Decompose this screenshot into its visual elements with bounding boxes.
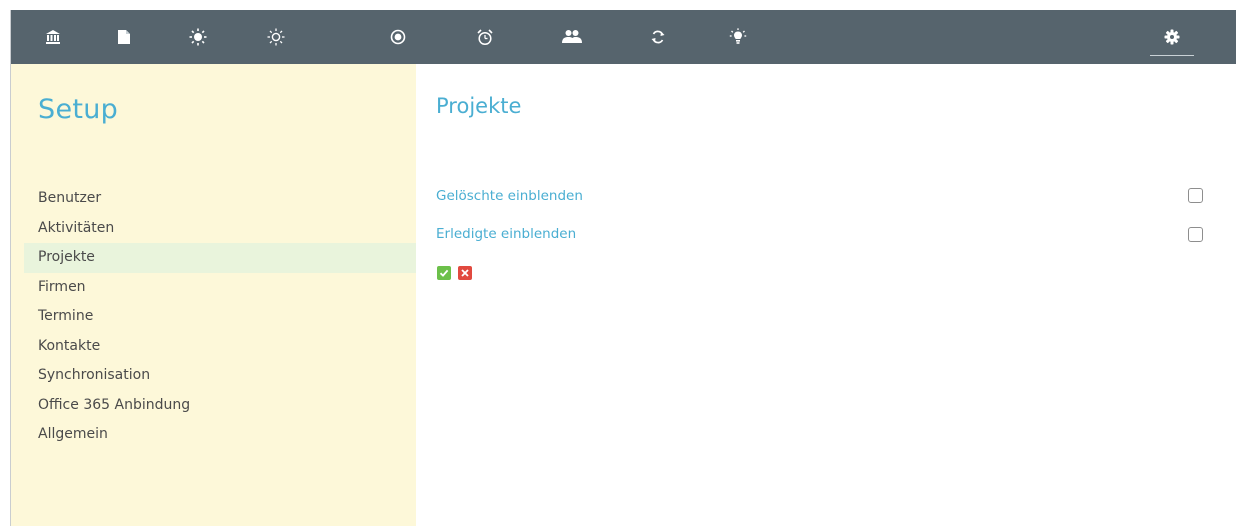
lightbulb-icon[interactable]	[718, 10, 758, 64]
top-toolbar	[11, 10, 1236, 64]
sun-outline-icon[interactable]	[256, 10, 296, 64]
sync-icon[interactable]	[638, 10, 678, 64]
users-icon[interactable]	[552, 10, 592, 64]
app-window: Setup Benutzer Aktivitäten Projekte Firm…	[10, 10, 1236, 526]
alarm-clock-icon[interactable]	[465, 10, 505, 64]
sidebar-item-aktivitaeten[interactable]: Aktivitäten	[24, 214, 416, 244]
settings-content: Projekte Gelöschte einblenden Erledigte …	[416, 64, 1236, 526]
sidebar-item-projekte[interactable]: Projekte	[24, 243, 416, 273]
sidebar-item-firmen[interactable]: Firmen	[24, 273, 416, 303]
document-icon[interactable]	[104, 10, 144, 64]
gear-icon[interactable]	[1150, 10, 1194, 64]
cancel-button[interactable]	[458, 266, 472, 280]
sidebar-title: Setup	[38, 94, 119, 125]
option-label-completed: Erledigte einblenden	[436, 226, 577, 242]
page-title: Projekte	[436, 94, 522, 118]
close-icon	[461, 269, 469, 277]
sidebar-item-benutzer[interactable]: Benutzer	[24, 184, 416, 214]
settings-sidebar: Setup Benutzer Aktivitäten Projekte Firm…	[11, 64, 416, 526]
show-deleted-checkbox[interactable]	[1188, 188, 1203, 203]
target-icon[interactable]	[378, 10, 418, 64]
sidebar-item-kontakte[interactable]: Kontakte	[24, 332, 416, 362]
settings-menu: Benutzer Aktivitäten Projekte Firmen Ter…	[24, 184, 416, 450]
check-icon	[439, 269, 449, 277]
option-label-deleted: Gelöschte einblenden	[436, 188, 583, 204]
show-completed-checkbox[interactable]	[1188, 227, 1203, 242]
confirm-button[interactable]	[437, 266, 451, 280]
sun-icon[interactable]	[178, 10, 218, 64]
sidebar-item-office-365[interactable]: Office 365 Anbindung	[24, 391, 416, 421]
sidebar-item-synchronisation[interactable]: Synchronisation	[24, 361, 416, 391]
sidebar-item-allgemein[interactable]: Allgemein	[24, 420, 416, 450]
sidebar-item-termine[interactable]: Termine	[24, 302, 416, 332]
bank-icon[interactable]	[33, 10, 73, 64]
